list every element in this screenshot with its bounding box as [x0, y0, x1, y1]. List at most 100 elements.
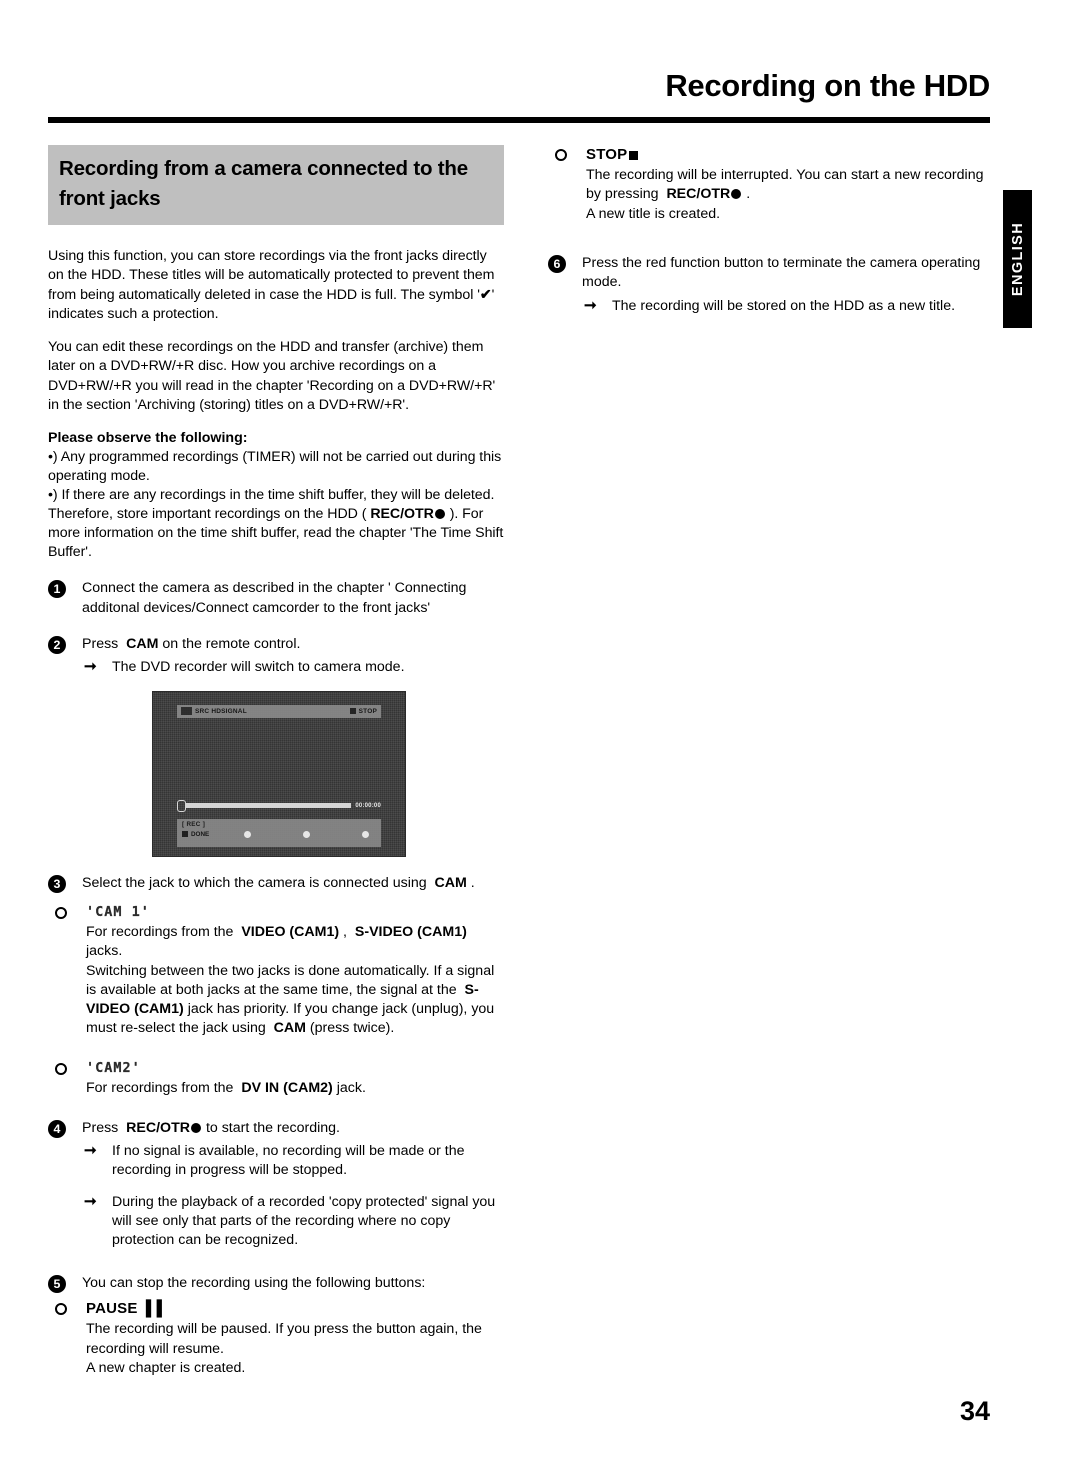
step-5-text: You can stop the recording using the fol…: [82, 1275, 426, 1292]
step-1-number: 1: [48, 580, 66, 599]
intro-paragraph-1: Using this function, you can store recor…: [48, 247, 504, 324]
step-3-text-part1: Select the jack to which the camera is c…: [82, 874, 435, 891]
arrow-right-icon: ➞: [84, 657, 97, 675]
osd-time-label: 00:00:00: [355, 802, 381, 809]
record-dot-icon: [731, 189, 742, 200]
hollow-circle-bullet-icon: [555, 149, 567, 161]
intro-paragraph-1-part1: Using this function, you can store recor…: [48, 248, 495, 304]
step-2-number: 2: [48, 635, 66, 654]
step-4-number: 4: [48, 1119, 66, 1138]
cam1-line1-part1: For recordings from the: [86, 923, 242, 940]
osd-status-group: STOP: [349, 707, 377, 715]
cam1-line2-part3: (press twice).: [305, 1020, 395, 1037]
pause-bars-icon: ▐▐: [140, 1300, 163, 1318]
cam2-line1-part1: For recordings from the: [86, 1079, 242, 1096]
step-1-text: Connect the camera as described in the c…: [82, 580, 467, 616]
cam1-line1-part3: jacks.: [86, 943, 123, 960]
step-5-number: 5: [48, 1275, 66, 1294]
rec-otr-label: REC/OTR: [126, 1119, 190, 1136]
osd-chapter-marker-icon: [303, 830, 310, 838]
osd-bottom-panel: [ REC ] DONE: [177, 818, 381, 847]
step-4-result-1-text: If no signal is available, no recording …: [112, 1142, 465, 1178]
arrow-right-icon: ➞: [84, 1193, 97, 1210]
record-dot-icon: [191, 1122, 201, 1133]
svideo-cam1-jack-label: S-VIDEO (CAM1): [354, 923, 467, 940]
step-2-result: ➞ The DVD recorder will switch to camera…: [82, 658, 504, 677]
observe-bullet-2: •) If there are any recordings in the ti…: [48, 486, 504, 562]
step-4-result-2: ➞ During the playback of a recorded 'cop…: [82, 1193, 504, 1250]
section-heading-text: Recording from a camera connected to the…: [59, 157, 468, 210]
osd-source-group: SRC HDSIGNAL: [181, 707, 247, 716]
step-6-result-text: The recording will be stored on the HDD …: [612, 297, 956, 314]
stop-body-part1: The recording will be interrupted. You c…: [586, 167, 984, 203]
stop-option-body: The recording will be interrupted. You c…: [586, 166, 990, 204]
step-6-result: ➞ The recording will be stored on the HD…: [582, 297, 990, 316]
rec-otr-label: REC/OTR: [370, 506, 434, 523]
stop-body-part2: .: [742, 186, 751, 203]
protection-check-icon: ✔: [479, 286, 492, 303]
stop-square-icon: [349, 708, 356, 715]
osd-chapter-row: DONE: [182, 830, 376, 838]
step-4-result-2-text: During the playback of a recorded 'copy …: [112, 1194, 496, 1249]
page-header: Recording on the HDD: [48, 68, 990, 104]
step-2-text: Press CAM on the remote control.: [82, 635, 504, 654]
observe-bullet-1: •) Any programmed recordings (TIMER) wil…: [48, 448, 502, 484]
osd-status-label: STOP: [358, 707, 377, 715]
cam1-option-line2: Switching between the two jacks is done …: [86, 962, 504, 1038]
section-heading-band: Recording from a camera connected to the…: [48, 145, 504, 225]
osd-done-square-icon: [182, 831, 188, 838]
step-2: 2 Press CAM on the remote control. ➞ The…: [48, 635, 504, 677]
hollow-circle-bullet-icon: [55, 1062, 67, 1075]
cam-button-label: CAM: [126, 635, 159, 652]
step-4: 4 Press REC/OTR to start the recording. …: [48, 1119, 504, 1251]
cam2-option-line1: For recordings from the DV IN (CAM2) jac…: [86, 1079, 504, 1098]
step-4-result-1: ➞ If no signal is available, no recordin…: [82, 1142, 504, 1180]
step-6-text: Press the red function button to termina…: [582, 255, 981, 291]
step-3-text-part2: .: [466, 874, 475, 891]
cam1-display-label: 'CAM 1': [86, 903, 150, 920]
step-6: 6 Press the red function button to termi…: [548, 254, 990, 315]
device-osd-screenshot: SRC HDSIGNAL STOP 00:00:00 [ REC ] DONE: [152, 690, 406, 857]
rec-otr-label: REC/OTR: [666, 186, 731, 203]
cam-button-label: CAM: [273, 1020, 306, 1037]
hollow-circle-bullet-icon: [55, 906, 67, 919]
step-2-text-part1: Press: [82, 635, 127, 652]
header-divider-rule: [48, 117, 990, 123]
step-3-number: 3: [48, 874, 66, 893]
step-3: 3 Select the jack to which the camera is…: [48, 874, 504, 893]
video-cam1-jack-label: VIDEO (CAM1): [241, 923, 340, 940]
pause-button-label: PAUSE: [86, 1300, 138, 1318]
step-4-text-part2: to start the recording.: [202, 1119, 341, 1136]
step-2-text-part2: on the remote control.: [158, 635, 301, 652]
step-3-text: Select the jack to which the camera is c…: [82, 874, 504, 893]
osd-source-label: SRC HDSIGNAL: [195, 707, 247, 715]
right-column: STOP The recording will be interrupted. …: [548, 145, 990, 316]
cam1-option-line1: For recordings from the VIDEO (CAM1) , S…: [86, 923, 504, 961]
camera-source-icon: [181, 707, 192, 716]
osd-top-status-bar: SRC HDSIGNAL STOP: [177, 704, 381, 718]
stop-option-bullet: STOP The recording will be interrupted. …: [548, 145, 990, 224]
osd-chapter-marker-icon: [362, 830, 369, 838]
cam1-line2-part1: Switching between the two jacks is done …: [86, 963, 495, 999]
step-1: 1 Connect the camera as described in the…: [48, 579, 504, 617]
pause-option-bullet: PAUSE ▐▐ The recording will be paused. If…: [48, 1299, 504, 1377]
cam1-line1-part2: ,: [339, 923, 355, 940]
intro-paragraph-2: You can edit these recordings on the HDD…: [48, 339, 496, 413]
osd-done-group: DONE: [182, 831, 244, 838]
step-2-result-text: The DVD recorder will switch to camera m…: [112, 658, 405, 675]
cam1-option-bullet: 'CAM 1' For recordings from the VIDEO (C…: [48, 903, 504, 1039]
record-dot-icon: [434, 509, 445, 520]
osd-progress-row: 00:00:00: [177, 799, 381, 812]
cam2-line1-part2: jack.: [332, 1079, 366, 1096]
stop-button-label: STOP: [586, 146, 628, 163]
osd-progress-bar: [185, 803, 352, 809]
stop-square-icon: [629, 150, 639, 160]
cam2-display-label: 'CAM2': [86, 1059, 141, 1076]
hollow-circle-bullet-icon: [55, 1303, 67, 1316]
osd-done-label: DONE: [191, 830, 210, 838]
step-4-text: Press REC/OTR to start the recording.: [82, 1119, 504, 1138]
page-number: 34: [959, 1396, 990, 1426]
observe-heading: Please observe the following:: [48, 429, 248, 446]
pause-option-body: The recording will be paused. If you pre…: [86, 1321, 482, 1376]
step-4-text-part1: Press: [82, 1119, 127, 1136]
